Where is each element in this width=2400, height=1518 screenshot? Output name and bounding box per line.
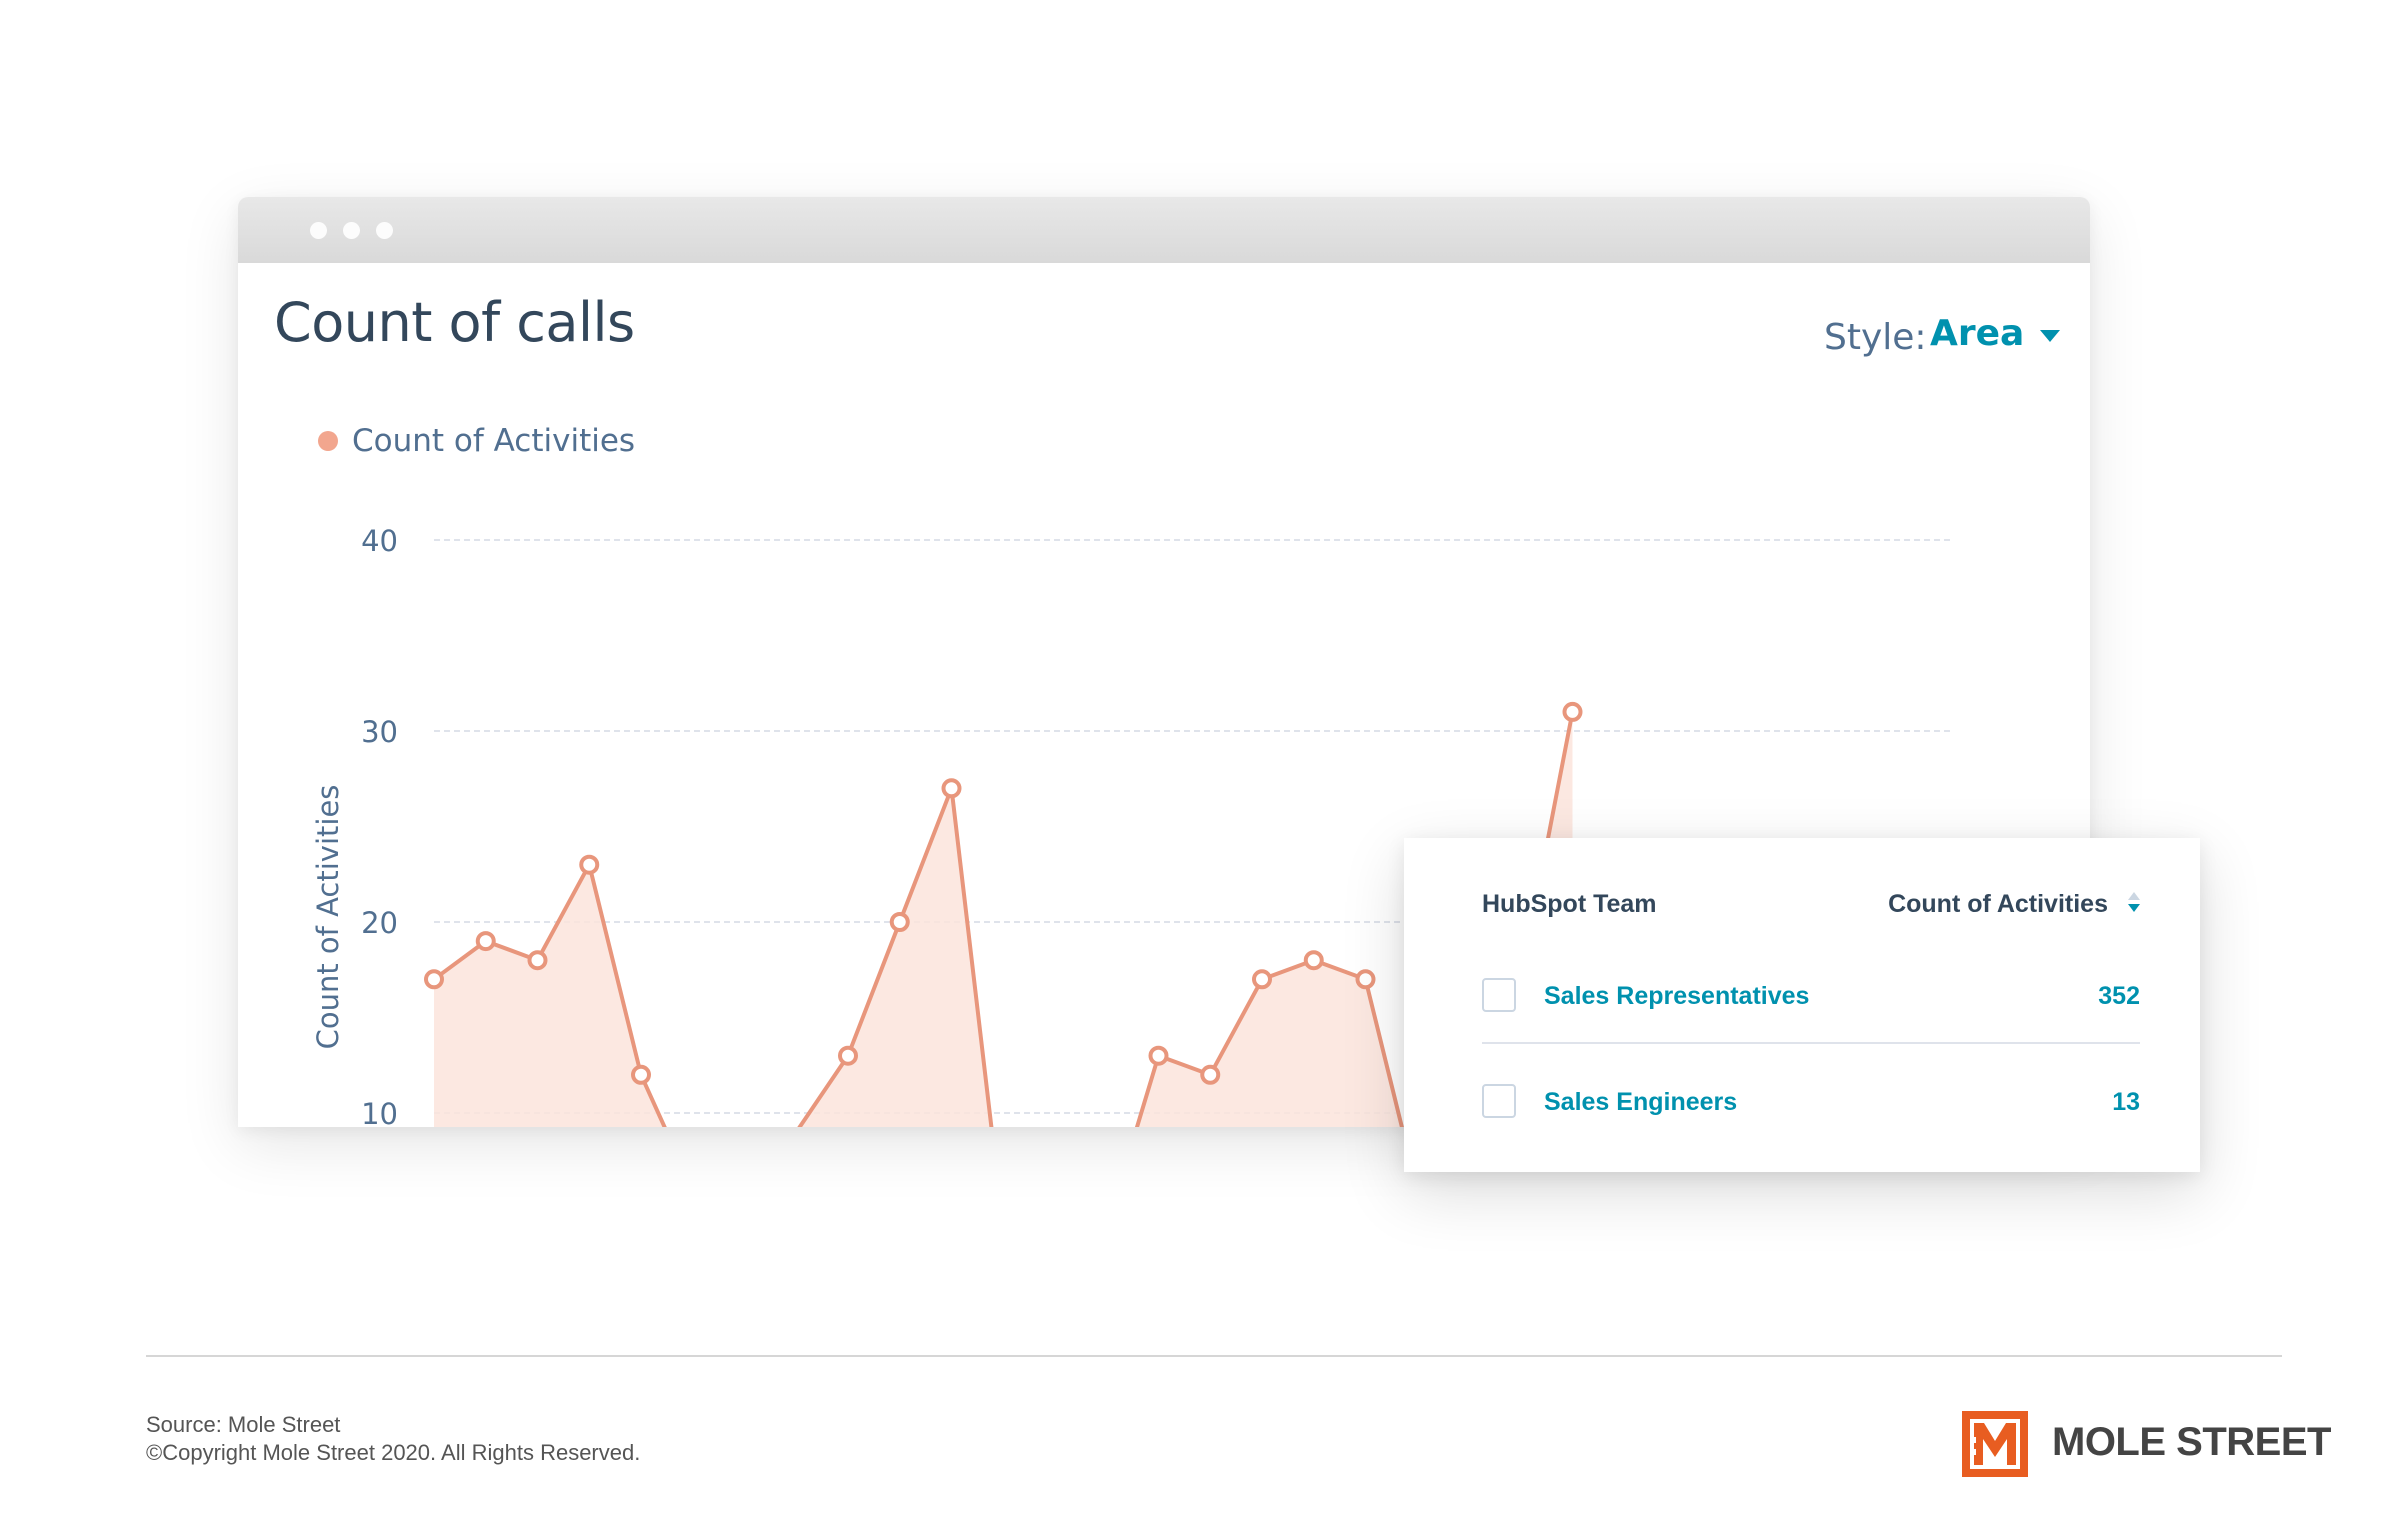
- data-point: [889, 912, 910, 932]
- data-point: [941, 778, 962, 799]
- data-point: [475, 931, 496, 952]
- brand-name: MOLE STREET: [2052, 1420, 2331, 1464]
- team-breakdown-panel: HubSpot Team Count of Activities Sales R…: [1404, 838, 2200, 1172]
- mole-street-logo-icon: [1962, 1411, 2028, 1477]
- row-value: 352: [2098, 982, 2140, 1010]
- y-tick-label: 10: [361, 1097, 398, 1127]
- table-row[interactable]: Sales Representatives 352: [1482, 968, 2140, 1028]
- data-point: [1200, 1064, 1221, 1085]
- data-point: [1252, 969, 1272, 990]
- row-label[interactable]: Sales Engineers: [1544, 1088, 1737, 1117]
- column-header-team[interactable]: HubSpot Team: [1482, 890, 1657, 919]
- y-axis-label: Count of Activities: [311, 785, 345, 1050]
- column-header-count[interactable]: Count of Activities: [1888, 890, 2108, 919]
- data-point: [838, 1045, 858, 1066]
- row-checkbox[interactable]: [1482, 978, 1516, 1012]
- data-point: [1355, 969, 1376, 990]
- y-tick-label: 20: [361, 906, 398, 940]
- y-tick-label: 30: [361, 715, 398, 749]
- source-text: Source: Mole Street: [146, 1412, 341, 1437]
- copyright-text: ©Copyright Mole Street 2020. All Rights …: [146, 1440, 641, 1465]
- data-point: [1148, 1045, 1169, 1066]
- data-point: [424, 969, 444, 990]
- sort-icon[interactable]: [2126, 890, 2140, 918]
- row-value: 13: [2112, 1088, 2140, 1116]
- y-tick-label: 40: [361, 524, 398, 558]
- data-point: [527, 950, 548, 971]
- row-divider: [1482, 1042, 2140, 1044]
- data-point: [579, 854, 600, 875]
- row-checkbox[interactable]: [1482, 1084, 1516, 1118]
- data-point: [1562, 701, 1583, 722]
- table-row[interactable]: Sales Engineers 13: [1482, 1074, 2140, 1134]
- data-point: [631, 1064, 651, 1085]
- footer-divider: [146, 1355, 2282, 1357]
- row-label[interactable]: Sales Representatives: [1544, 982, 1809, 1011]
- data-point: [1303, 950, 1324, 971]
